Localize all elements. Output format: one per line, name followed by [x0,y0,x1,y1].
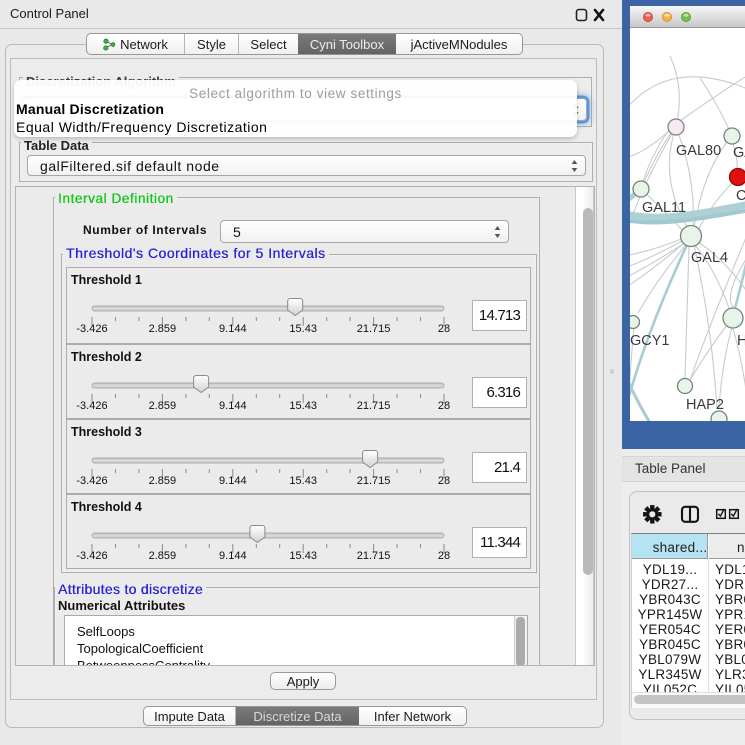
svg-text:GAL80: GAL80 [676,143,721,159]
svg-text:H: H [737,333,745,349]
svg-text:C: C [736,188,745,204]
svg-text:HAP2: HAP2 [686,397,724,413]
svg-text:GAL4: GAL4 [691,250,728,266]
svg-text:GCY1: GCY1 [630,333,670,349]
svg-text:GAL11: GAL11 [642,200,686,216]
svg-text:GA: GA [733,145,745,161]
